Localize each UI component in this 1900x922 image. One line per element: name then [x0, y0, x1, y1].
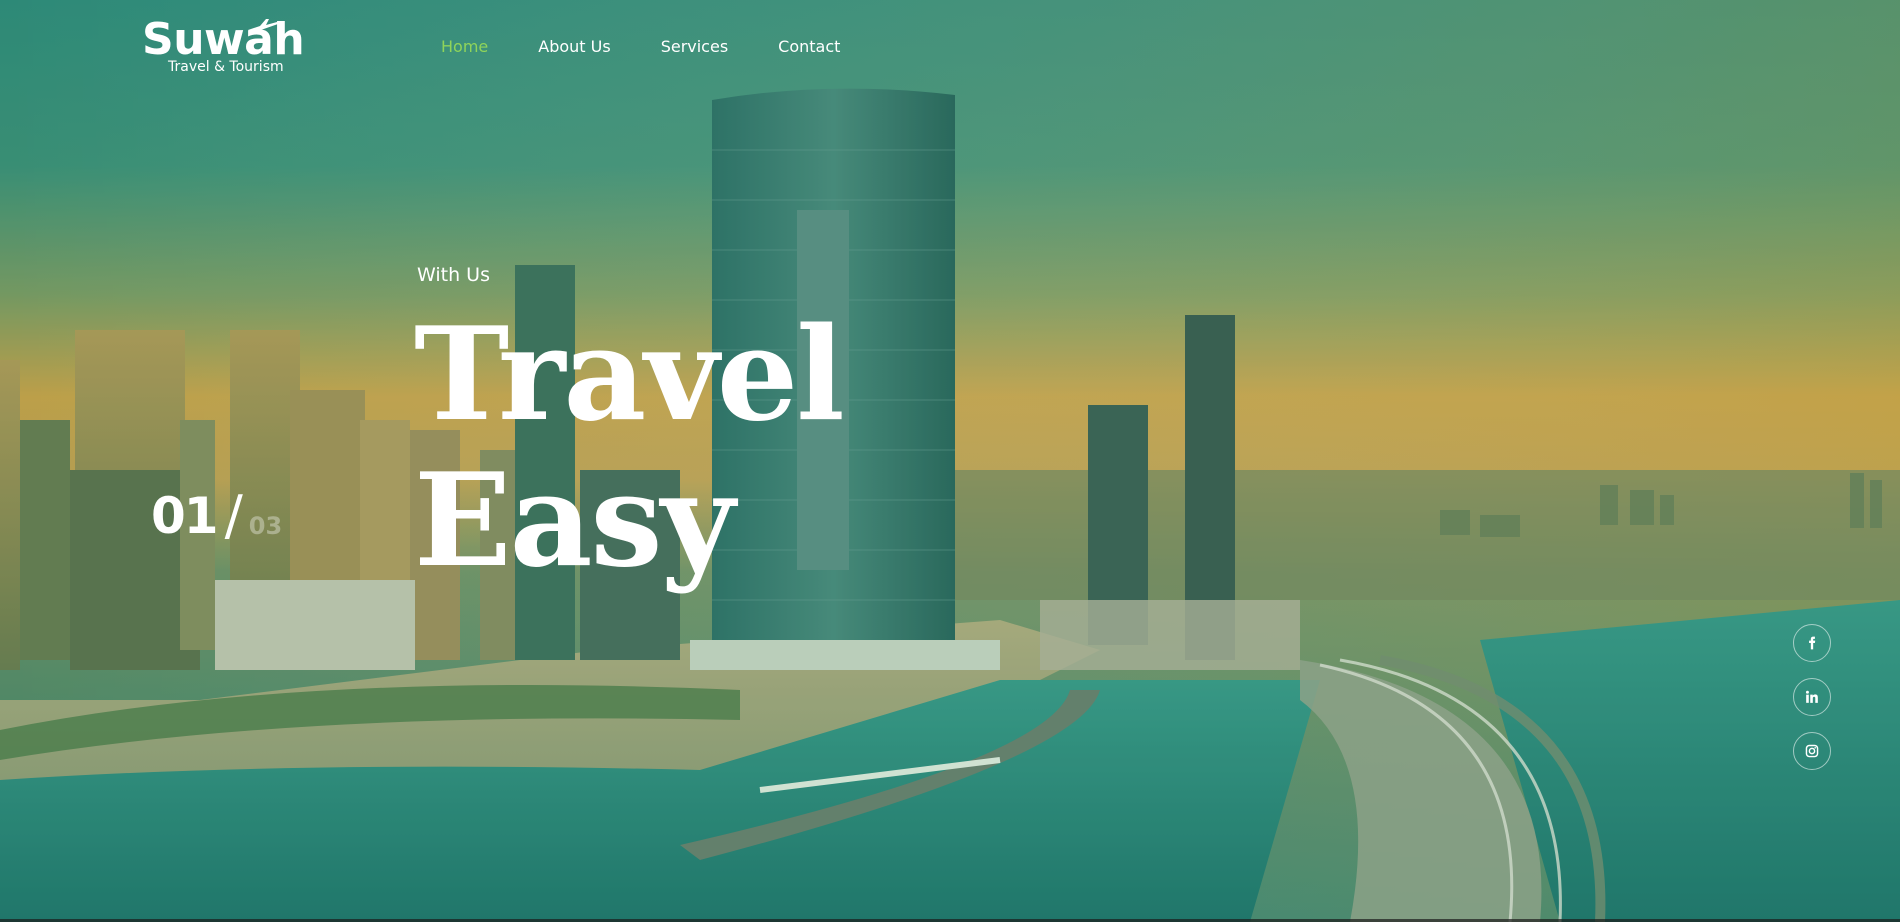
hero-kicker: With Us	[417, 264, 490, 286]
slide-separator: /	[224, 484, 243, 547]
brand-logo[interactable]: Suwah Travel & Tourism	[142, 18, 305, 75]
linkedin-link[interactable]	[1793, 678, 1831, 716]
hero-headline-line-2: Easy	[414, 446, 735, 596]
main-nav: Home About Us Services Contact	[441, 37, 890, 56]
slide-current: 01	[151, 487, 219, 545]
hero-headline-line-1: Travel	[414, 300, 845, 450]
instagram-link[interactable]	[1793, 732, 1831, 770]
facebook-icon	[1809, 636, 1816, 650]
hero-headline: Travel Easy	[414, 300, 845, 596]
brand-tagline: Travel & Tourism	[168, 59, 284, 75]
nav-item-services[interactable]: Services	[661, 37, 728, 56]
airplane-icon	[248, 19, 279, 32]
instagram-icon	[1805, 744, 1819, 758]
hero-page: Suwah Travel & Tourism Home About Us Ser…	[0, 0, 1900, 922]
facebook-link[interactable]	[1793, 624, 1831, 662]
nav-item-about-us[interactable]: About Us	[538, 37, 610, 56]
slide-counter: 01 / 03	[151, 484, 283, 547]
social-links	[1793, 624, 1831, 770]
nav-item-home[interactable]: Home	[441, 37, 488, 56]
nav-item-contact[interactable]: Contact	[778, 37, 840, 56]
hero-background-image	[0, 0, 1900, 922]
slide-total: 03	[248, 512, 283, 540]
linkedin-icon	[1805, 690, 1818, 703]
